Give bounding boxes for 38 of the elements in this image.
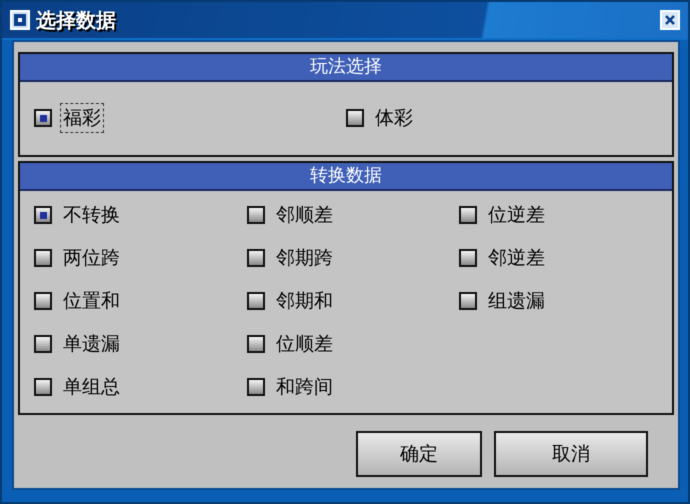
checkbox[interactable] xyxy=(247,292,265,310)
checkbox-label: 位逆差 xyxy=(487,203,546,228)
checkbox[interactable] xyxy=(34,335,52,353)
checkbox[interactable] xyxy=(247,249,265,267)
checkbox-label: 位顺差 xyxy=(275,332,334,357)
checkbox-label: 邻期跨 xyxy=(275,246,334,271)
checkbox[interactable] xyxy=(346,109,364,127)
checkbox-label: 体彩 xyxy=(374,106,414,131)
checkbox-label: 组遗漏 xyxy=(487,289,546,314)
window-title: 选择数据 xyxy=(36,6,116,34)
checkbox[interactable] xyxy=(34,292,52,310)
checkbox-label: 位置和 xyxy=(62,289,121,314)
checkbox-label: 单组总 xyxy=(62,375,121,400)
checkbox-label: 福彩 xyxy=(60,103,104,133)
close-icon xyxy=(664,14,676,26)
checkbox[interactable] xyxy=(34,109,52,127)
checkbox[interactable] xyxy=(34,206,52,224)
checkbox[interactable] xyxy=(247,206,265,224)
checkbox-label: 不转换 xyxy=(62,203,121,228)
checkbox[interactable] xyxy=(34,249,52,267)
section-header: 转换数据 xyxy=(20,163,672,191)
window-icon xyxy=(10,10,30,30)
checkbox[interactable] xyxy=(459,206,477,224)
checkbox-label: 两位跨 xyxy=(62,246,121,271)
checkbox-label: 和跨间 xyxy=(275,375,334,400)
checkbox-label: 邻顺差 xyxy=(275,203,334,228)
checkbox[interactable] xyxy=(247,378,265,396)
section-header: 玩法选择 xyxy=(20,54,672,82)
checkbox-label: 单遗漏 xyxy=(62,332,121,357)
checkbox[interactable] xyxy=(459,249,477,267)
checkbox[interactable] xyxy=(34,378,52,396)
ok-button[interactable]: 确定 xyxy=(356,431,482,477)
checkbox[interactable] xyxy=(459,292,477,310)
checkbox[interactable] xyxy=(247,335,265,353)
checkbox-label: 邻逆差 xyxy=(487,246,546,271)
checkbox-label: 邻期和 xyxy=(275,289,334,314)
cancel-button[interactable]: 取消 xyxy=(494,431,648,477)
close-button[interactable] xyxy=(660,10,680,30)
